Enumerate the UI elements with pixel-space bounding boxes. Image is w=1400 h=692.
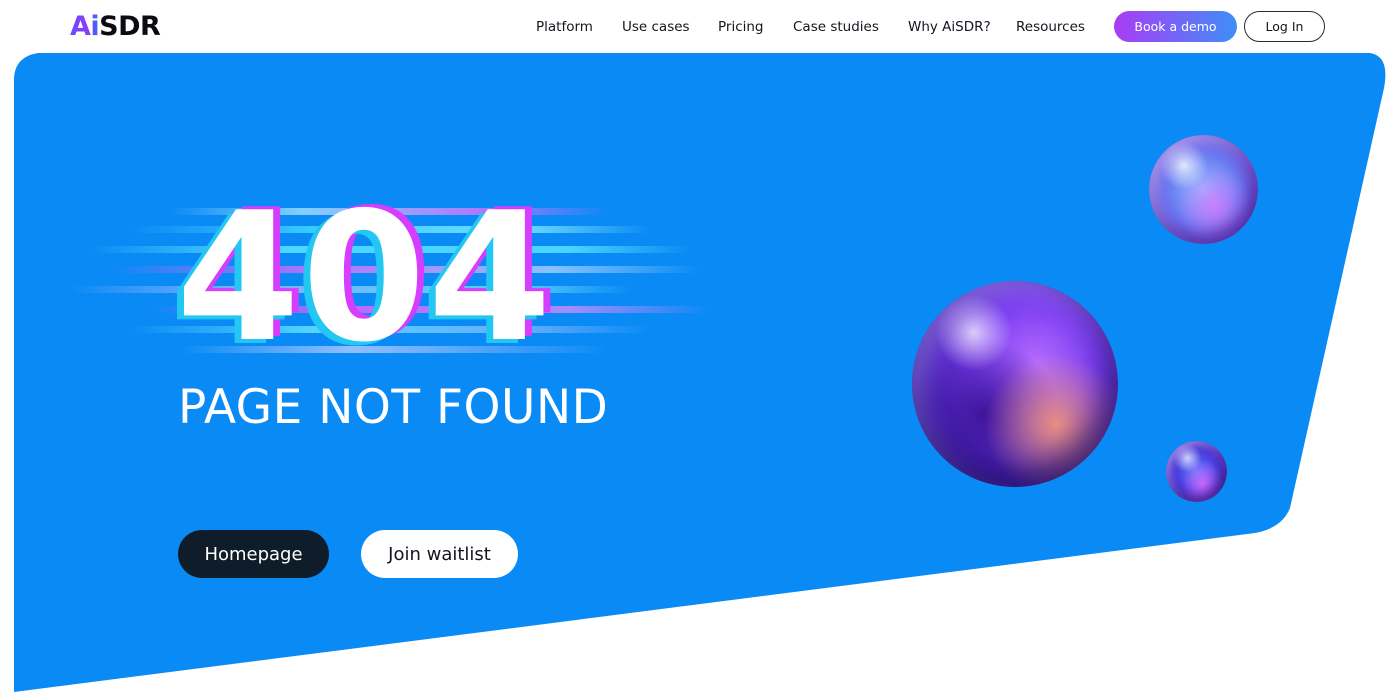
nav-item-why-aisdr[interactable]: Why AiSDR? <box>908 17 991 37</box>
nav-item-resources[interactable]: Resources <box>1016 17 1085 37</box>
aisdr-logo[interactable]: AiSDR <box>70 11 161 42</box>
site-header: AiSDR Platform Use cases Pricing Case st… <box>0 0 1400 53</box>
book-demo-button[interactable]: Book a demo <box>1114 11 1237 42</box>
glass-sphere-top-icon <box>1149 135 1258 244</box>
nav-item-case-studies[interactable]: Case studies <box>793 17 879 37</box>
hero-section: 404 PAGE NOT FOUND Homepage Join waitlis… <box>0 0 1400 692</box>
page-not-found-heading: PAGE NOT FOUND <box>178 380 609 435</box>
nav-item-use-cases[interactable]: Use cases <box>622 17 690 37</box>
error-code-404: 404 <box>176 174 554 381</box>
logo-prefix: Ai <box>70 11 100 42</box>
glass-sphere-small-icon <box>1166 441 1227 502</box>
join-waitlist-button[interactable]: Join waitlist <box>361 530 518 578</box>
nav-item-platform[interactable]: Platform <box>536 17 593 37</box>
nav-item-pricing[interactable]: Pricing <box>718 17 764 37</box>
login-button[interactable]: Log In <box>1244 11 1325 42</box>
glass-sphere-large-icon <box>912 281 1118 487</box>
logo-suffix: SDR <box>99 11 161 42</box>
homepage-button[interactable]: Homepage <box>178 530 329 578</box>
